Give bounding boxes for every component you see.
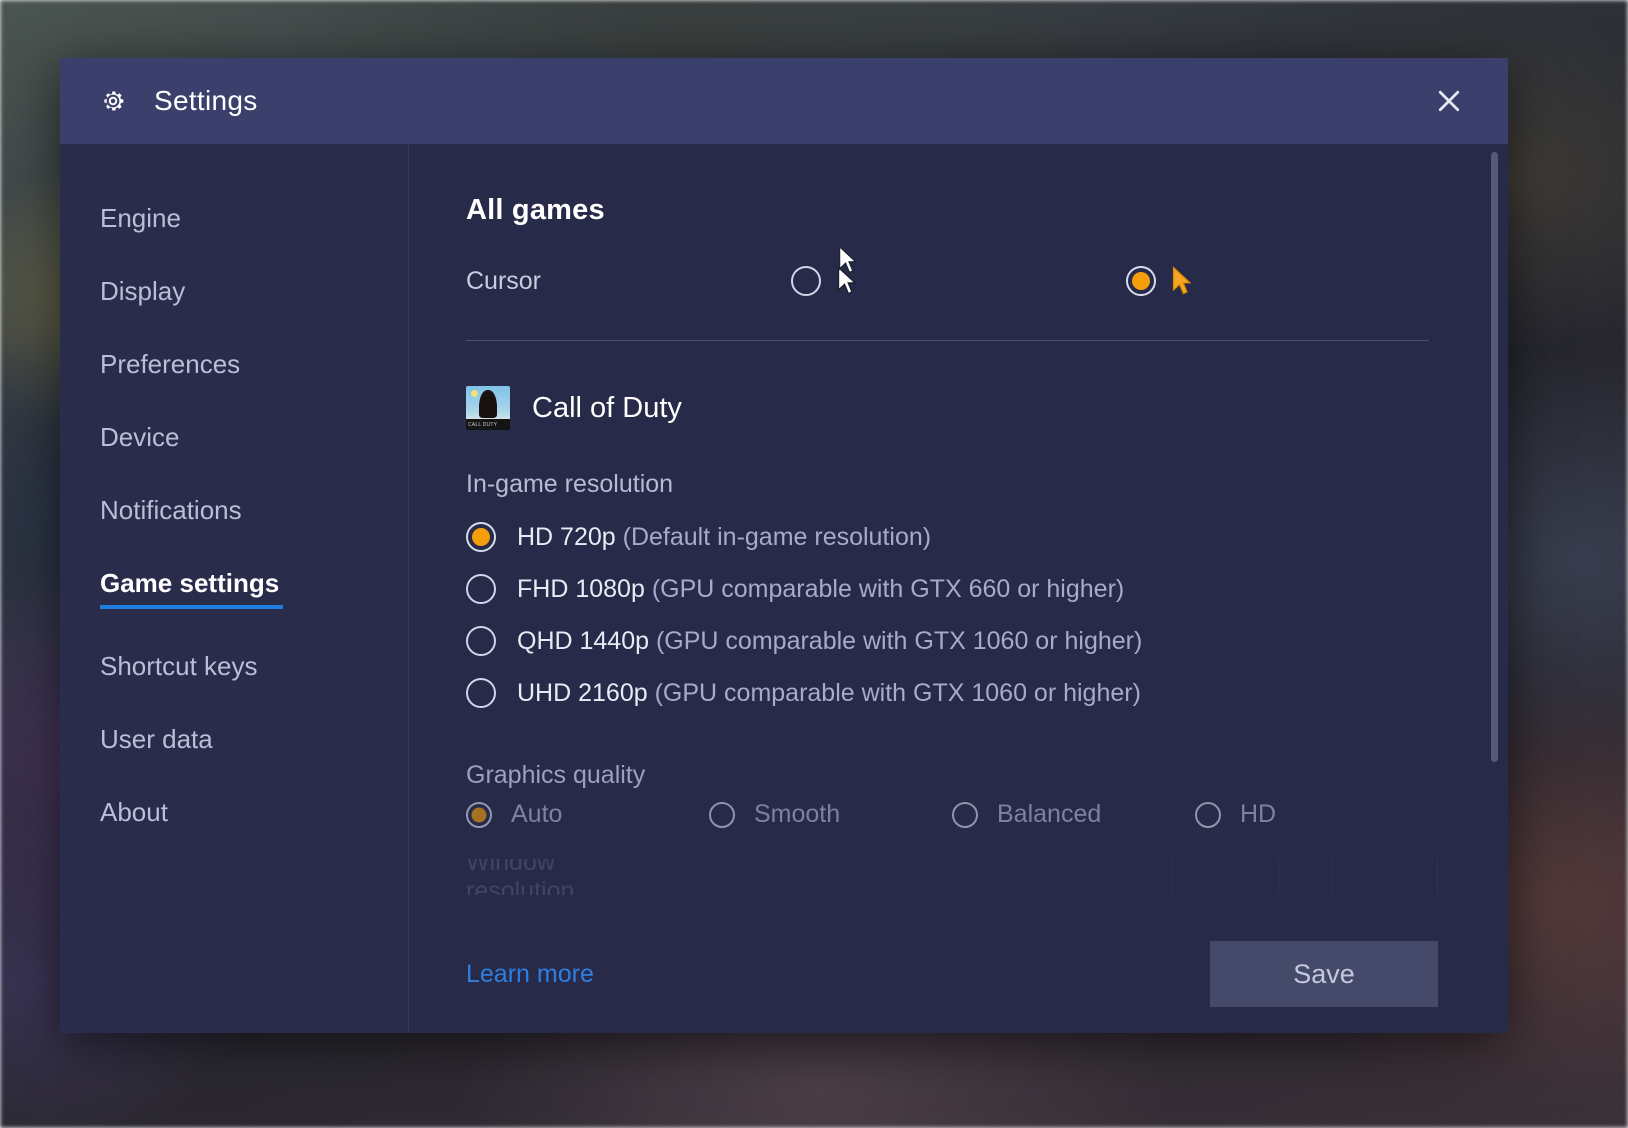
cursor-label: Cursor	[466, 266, 542, 295]
sidebar-item-device[interactable]: Device	[60, 413, 408, 462]
sidebar-item-preferences[interactable]: Preferences	[60, 340, 408, 389]
content-scrollbar-track[interactable]	[1491, 144, 1498, 1033]
resolution-option-note: (Default in-game resolution)	[622, 522, 932, 551]
cursor-option-highlight[interactable]	[1126, 266, 1196, 296]
graphics-quality-option-auto-radio[interactable]	[466, 801, 492, 828]
resolution-option-note: (GPU comparable with GTX 1060 or higher)	[655, 626, 1143, 655]
resolution-option-fhd1080p[interactable]: FHD 1080p (GPU comparable with GTX 660 o…	[466, 563, 1438, 615]
window-resolution-row-clipped: Window resolution	[466, 859, 1438, 895]
cursor-setting-row: Cursor	[466, 257, 1438, 305]
in-game-resolution-label: In-game resolution	[466, 470, 674, 498]
sidebar-active-underline	[100, 605, 283, 609]
learn-more-link[interactable]: Learn more	[466, 960, 594, 989]
resolution-option-uhd2160p-radio[interactable]	[466, 678, 496, 708]
sidebar-item-user-data[interactable]: User data	[60, 715, 408, 764]
cursor-arrow-white-icon	[835, 265, 861, 296]
sidebar-item-label: User data	[100, 724, 213, 754]
window-resolution-label: Window resolution	[466, 859, 575, 895]
graphics-quality-option-hd[interactable]: HD	[1195, 800, 1438, 829]
graphics-quality-label: Graphics quality	[466, 761, 646, 789]
game-title: Call of Duty	[532, 391, 682, 424]
window-title: Settings	[154, 85, 258, 116]
sidebar-item-game-settings[interactable]: Game settings	[60, 559, 408, 618]
resolution-option-qhd1440p[interactable]: QHD 1440p (GPU comparable with GTX 1060 …	[466, 615, 1438, 667]
sidebar-item-label: About	[100, 797, 168, 827]
game-header: CALL DUTY Call of Duty	[466, 386, 1438, 430]
gear-icon	[98, 86, 128, 116]
sidebar-item-engine[interactable]: Engine	[60, 194, 408, 243]
sidebar-item-display[interactable]: Display	[60, 267, 408, 316]
graphics-quality-option-smooth[interactable]: Smooth	[709, 800, 952, 829]
graphics-quality-option-balanced-radio[interactable]	[952, 801, 978, 828]
resolution-option-name: QHD 1440p	[517, 626, 650, 655]
graphics-quality-option-balanced[interactable]: Balanced	[952, 800, 1195, 829]
window-resolution-width-input[interactable]	[1172, 859, 1280, 895]
graphics-quality-option-smooth-radio[interactable]	[709, 801, 735, 828]
thumbnail-figure	[479, 390, 497, 418]
window-resolution-height-input[interactable]	[1331, 859, 1438, 895]
resolution-option-qhd1440p-radio[interactable]	[466, 626, 496, 656]
call-of-duty-thumbnail-icon: CALL DUTY	[466, 386, 510, 430]
settings-dialog: Settings Engine Display Preferences Devi…	[60, 58, 1508, 1033]
resolution-option-hd720p[interactable]: HD 720p (Default in-game resolution)	[466, 511, 1438, 563]
resolution-option-fhd1080p-radio[interactable]	[466, 574, 496, 604]
cursor-option-highlight-radio[interactable]	[1126, 266, 1156, 296]
graphics-quality-option-label: Balanced	[997, 800, 1102, 828]
dialog-footer: Learn more Save	[409, 915, 1508, 1033]
section-divider	[466, 340, 1429, 341]
resolution-option-hd720p-radio[interactable]	[466, 522, 496, 552]
thumbnail-caption: CALL DUTY	[468, 422, 498, 428]
resolution-option-note: (GPU comparable with GTX 660 or higher)	[651, 574, 1125, 603]
save-button[interactable]: Save	[1210, 941, 1438, 1007]
sidebar-item-label: Game settings	[100, 568, 280, 598]
sidebar-item-label: Notifications	[100, 495, 242, 525]
close-icon[interactable]	[1434, 86, 1464, 116]
title-bar: Settings	[60, 58, 1508, 144]
graphics-quality-option-label: HD	[1240, 800, 1277, 828]
resolution-option-name: HD 720p	[517, 522, 616, 551]
sidebar-item-label: Preferences	[100, 349, 241, 379]
sidebar-item-label: Engine	[100, 203, 181, 233]
sidebar-item-notifications[interactable]: Notifications	[60, 486, 408, 535]
thumbnail-sun	[471, 390, 478, 397]
cursor-option-default[interactable]	[791, 265, 861, 296]
resolution-option-note: (GPU comparable with GTX 1060 or higher)	[654, 678, 1141, 707]
sidebar-item-label: Shortcut keys	[100, 651, 258, 681]
settings-content-panel: All games Cursor CALL DUTY Call of Duty …	[409, 144, 1508, 1033]
sidebar-item-shortcut-keys[interactable]: Shortcut keys	[60, 642, 408, 691]
graphics-quality-option-label: Auto	[511, 800, 563, 828]
cursor-option-default-radio[interactable]	[791, 266, 821, 296]
resolution-option-uhd2160p[interactable]: UHD 2160p (GPU comparable with GTX 1060 …	[466, 667, 1438, 719]
graphics-quality-option-hd-radio[interactable]	[1195, 801, 1221, 828]
content-scrollbar-thumb[interactable]	[1491, 152, 1498, 762]
sidebar: Engine Display Preferences Device Notifi…	[60, 144, 409, 1033]
sidebar-item-label: Display	[100, 276, 186, 306]
cursor-arrow-yellow-icon	[1170, 266, 1196, 296]
graphics-quality-option-auto[interactable]: Auto	[466, 800, 709, 829]
dialog-body: Engine Display Preferences Device Notifi…	[60, 144, 1508, 1033]
graphics-quality-options: Auto Smooth Balanced HD	[466, 800, 1438, 829]
sidebar-item-label: Device	[100, 422, 180, 452]
all-games-heading: All games	[466, 194, 605, 226]
resolution-option-name: UHD 2160p	[517, 678, 648, 707]
sidebar-item-about[interactable]: About	[60, 788, 408, 837]
resolution-option-name: FHD 1080p	[517, 574, 645, 603]
graphics-quality-option-label: Smooth	[754, 800, 841, 828]
